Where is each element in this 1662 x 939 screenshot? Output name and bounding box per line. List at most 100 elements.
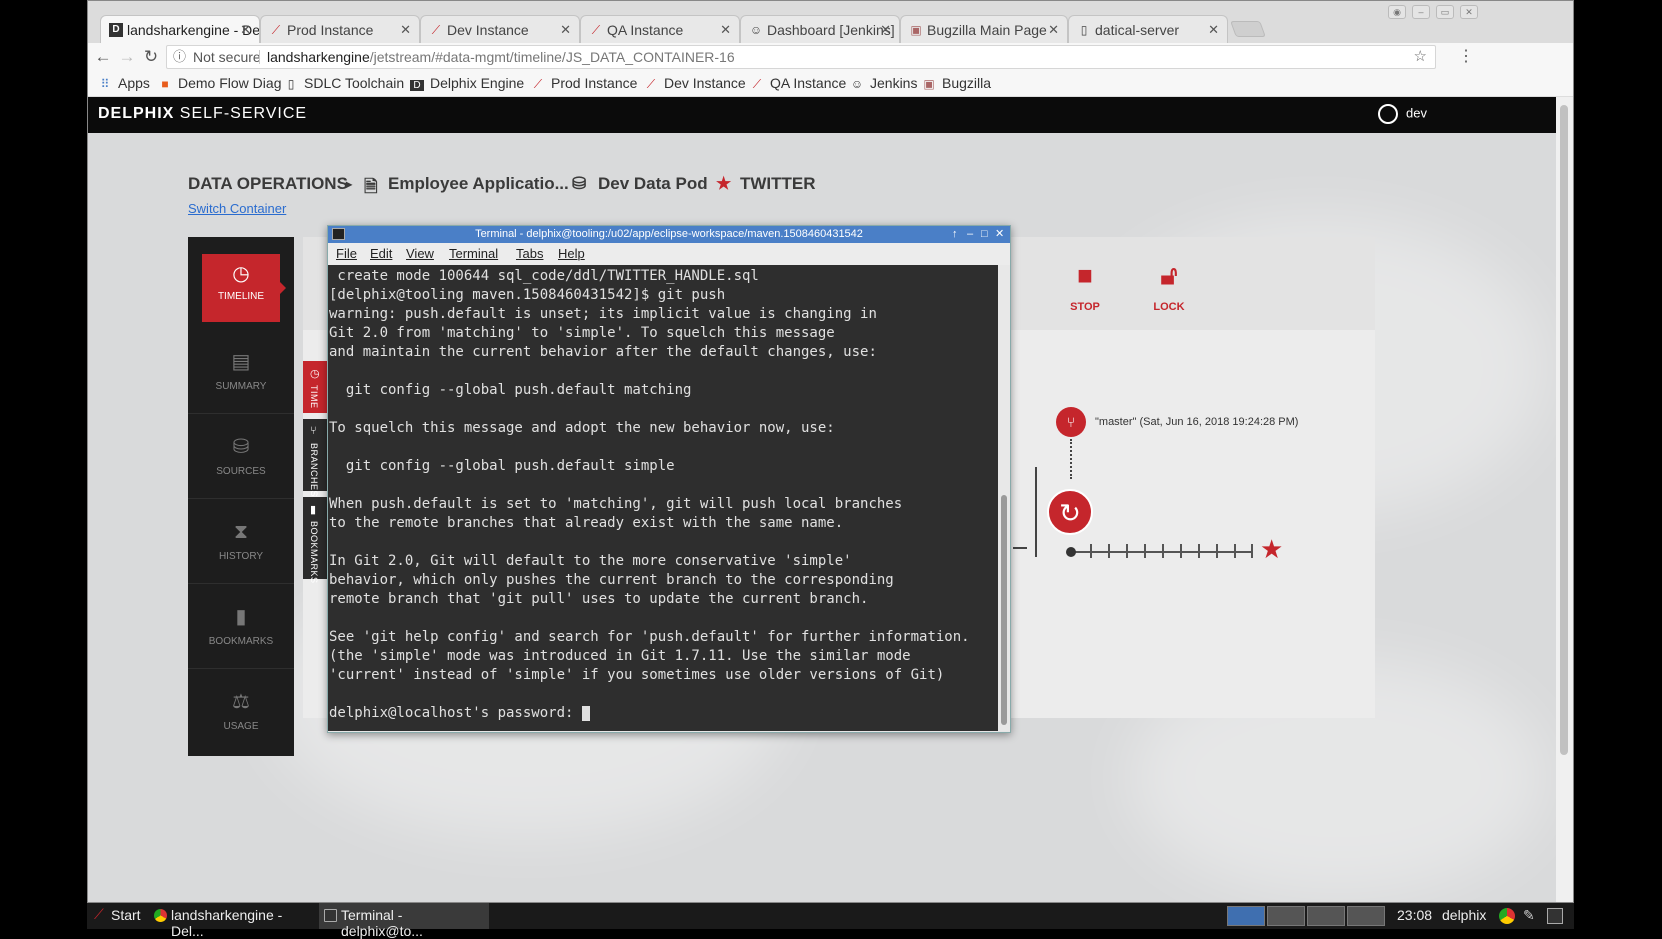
tab-qa-instance[interactable]: ⟋ QA Instance ✕ xyxy=(580,15,740,43)
close-icon[interactable]: ✕ xyxy=(400,22,411,38)
tab-jenkins-dashboard[interactable]: ☺ Dashboard [Jenkins] ✕ xyxy=(740,15,900,43)
workspace-4[interactable] xyxy=(1347,906,1385,926)
profile-icon[interactable]: ◉ xyxy=(1388,5,1406,19)
sidebar-item-usage[interactable]: ⚖ USAGE xyxy=(188,669,294,754)
stop-button[interactable]: ■ STOP xyxy=(1050,259,1120,313)
more-menu-icon[interactable]: ⋮ xyxy=(1458,46,1474,66)
close-icon[interactable]: ✕ xyxy=(560,22,571,38)
tab-bugzilla[interactable]: ▣ Bugzilla Main Page ✕ xyxy=(900,15,1068,43)
menu-file[interactable]: File xyxy=(336,246,357,261)
text-cursor xyxy=(581,705,590,721)
delphix-icon: D xyxy=(410,80,424,91)
page-scrollbar[interactable] xyxy=(1556,97,1573,902)
bookmark-star-icon[interactable]: ☆ xyxy=(1414,46,1427,68)
pencil-tray-icon[interactable]: ✎ xyxy=(1523,907,1535,924)
star-icon[interactable]: ★ xyxy=(1260,534,1283,565)
clock[interactable]: 23:08 xyxy=(1397,907,1432,923)
tab-bookmarks[interactable]: ▮ BOOKMARKS xyxy=(303,497,329,584)
feather-icon: ⟋ xyxy=(752,77,762,91)
password-prompt-line[interactable]: delphix@localhost's password: xyxy=(329,705,590,721)
minimize-icon[interactable]: – xyxy=(1412,5,1430,19)
tab-label: Dev Instance xyxy=(447,22,529,38)
bookmark-apps[interactable]: ⠿ Apps xyxy=(98,75,150,91)
taskbar-window-terminal[interactable]: Terminal - delphix@to... xyxy=(319,903,489,939)
bookmark-dev-instance[interactable]: ⟋ Dev Instance xyxy=(644,75,746,92)
close-icon[interactable]: ✕ xyxy=(240,22,251,38)
reload-icon[interactable]: ↻ xyxy=(140,46,162,68)
bookmark-prod-instance[interactable]: ⟋ Prod Instance xyxy=(531,75,638,92)
minimize-icon[interactable]: – xyxy=(967,226,973,243)
terminal-scrollbar[interactable] xyxy=(998,265,1010,731)
close-icon[interactable]: ✕ xyxy=(1208,22,1219,38)
switch-container-link[interactable]: Switch Container xyxy=(188,201,286,216)
lock-button[interactable]: 🔓︎ LOCK xyxy=(1134,259,1204,313)
tab-landsharkengine[interactable]: D landsharkengine - Del ✕ xyxy=(100,15,260,43)
breadcrumb-bookmark[interactable]: TWITTER xyxy=(740,174,816,194)
menu-view[interactable]: View xyxy=(406,246,434,261)
tab-time[interactable]: ◷ TIME xyxy=(303,361,329,413)
terminal-menubar: File Edit View Terminal Tabs Help xyxy=(328,243,1010,265)
chrome-tray-icon[interactable] xyxy=(1499,908,1515,924)
tab-branches[interactable]: ⑂ BRANCHES xyxy=(303,419,329,497)
sidebar-item-timeline[interactable]: ◷ TIMELINE xyxy=(202,254,286,322)
refresh-icon[interactable]: ↻ xyxy=(1047,489,1093,535)
tab-prod-instance[interactable]: ⟋ Prod Instance ✕ xyxy=(260,15,420,43)
scrollbar-thumb[interactable] xyxy=(1560,105,1568,755)
bookmark-sdlc-toolchain[interactable]: ▯ SDLC Toolchain xyxy=(284,75,404,91)
browser-window: D landsharkengine - Del ✕ ⟋ Prod Instanc… xyxy=(87,0,1574,903)
close-icon[interactable]: ✕ xyxy=(880,22,891,38)
close-icon[interactable]: ✕ xyxy=(720,22,731,38)
sidebar-item-bookmarks[interactable]: ▮ BOOKMARKS xyxy=(188,584,294,669)
bookmark-jenkins[interactable]: ☺ Jenkins xyxy=(850,75,918,91)
breadcrumb-pod[interactable]: Dev Data Pod xyxy=(598,174,708,194)
page-icon: ▯ xyxy=(287,77,295,91)
breadcrumb-template[interactable]: Employee Applicatio... xyxy=(388,174,569,194)
menu-edit[interactable]: Edit xyxy=(370,246,392,261)
breadcrumb-root[interactable]: DATA OPERATIONS xyxy=(188,174,348,194)
scrollbar-thumb[interactable] xyxy=(1001,495,1007,725)
action-label: LOCK xyxy=(1153,301,1185,313)
terminal-titlebar[interactable]: Terminal - delphix@tooling:/u02/app/ecli… xyxy=(328,226,1010,243)
bookmark-bugzilla[interactable]: ▣ Bugzilla xyxy=(922,75,991,91)
maximize-icon[interactable]: ▭ xyxy=(1436,5,1454,19)
tab-datical-server[interactable]: ▯ datical-server ✕ xyxy=(1068,15,1228,43)
bookmark-demo-flow[interactable]: ■ Demo Flow Diag xyxy=(158,75,281,91)
address-bar[interactable]: ⓘ Not secure landsharkengine/jetstream/#… xyxy=(166,45,1436,69)
sticky-icon[interactable]: ↑ xyxy=(952,226,958,243)
start-button[interactable]: ⟋ Start xyxy=(89,903,147,929)
session-user[interactable]: delphix xyxy=(1442,907,1486,923)
terminal-window: Terminal - delphix@tooling:/u02/app/ecli… xyxy=(327,225,1011,733)
tab-dev-instance[interactable]: ⟋ Dev Instance ✕ xyxy=(420,15,580,43)
menu-terminal[interactable]: Terminal xyxy=(449,246,498,261)
info-icon[interactable]: ⓘ xyxy=(173,46,186,68)
workspace-3[interactable] xyxy=(1307,906,1345,926)
terminal-line: create mode 100644 sql_code/ddl/TWITTER_… xyxy=(329,268,759,284)
tab-label: Bugzilla Main Page xyxy=(927,22,1047,38)
menu-help[interactable]: Help xyxy=(558,246,585,261)
user-menu[interactable]: dev xyxy=(1378,104,1427,124)
workspace-1[interactable] xyxy=(1227,906,1265,926)
sidebar-item-sources[interactable]: ⛁ SOURCES xyxy=(188,414,294,499)
bookmark-qa-instance[interactable]: ⟋ QA Instance xyxy=(750,75,846,92)
sidebar-item-label: SUMMARY xyxy=(215,381,267,392)
close-window-icon[interactable]: ✕ xyxy=(1460,5,1478,19)
taskbar-window-browser[interactable]: landsharkengine - Del... xyxy=(149,903,317,939)
menu-tabs[interactable]: Tabs xyxy=(516,246,543,261)
new-tab-button[interactable] xyxy=(1230,21,1266,37)
sidebar-item-history[interactable]: ⧗ HISTORY xyxy=(188,499,294,584)
close-icon[interactable]: ✕ xyxy=(995,226,1004,243)
forward-icon[interactable]: → xyxy=(116,46,138,68)
maximize-icon[interactable]: □ xyxy=(981,226,988,243)
bookmark-label: QA Instance xyxy=(770,75,847,91)
terminal-line: and maintain the current behavior after … xyxy=(329,344,877,360)
back-icon[interactable]: ← xyxy=(92,46,114,68)
branch-icon[interactable]: ⑂ xyxy=(1056,407,1086,437)
timeline-tick xyxy=(1090,544,1092,558)
terminal-output[interactable]: create mode 100644 sql_code/ddl/TWITTER_… xyxy=(328,265,998,731)
sidebar-item-summary[interactable]: ▤ SUMMARY xyxy=(188,329,294,414)
terminal-tray-icon[interactable] xyxy=(1547,908,1563,924)
workspace-2[interactable] xyxy=(1267,906,1305,926)
close-icon[interactable]: ✕ xyxy=(1048,22,1059,38)
bookmark-delphix-engine[interactable]: D Delphix Engine xyxy=(410,75,524,91)
user-icon xyxy=(1378,104,1398,124)
